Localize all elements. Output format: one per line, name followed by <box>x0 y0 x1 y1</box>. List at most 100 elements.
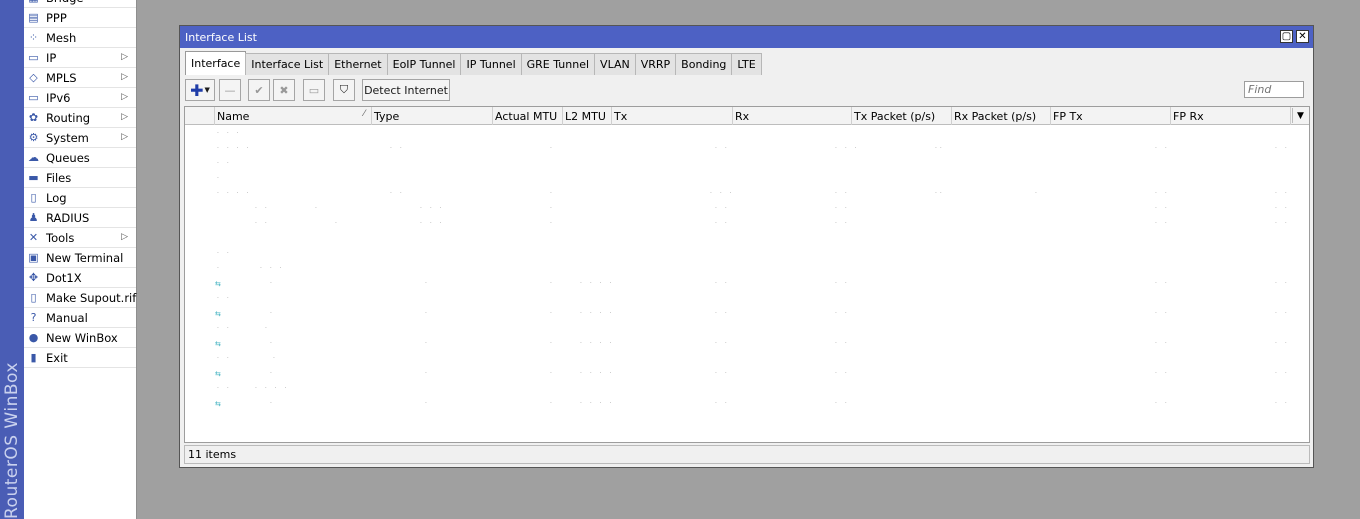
column-chooser-button[interactable]: ▼ <box>1292 108 1308 123</box>
sidebar-item-ipv6[interactable]: ▭ IPv6 ▷ <box>24 88 136 108</box>
tab-interface[interactable]: Interface <box>185 51 247 75</box>
table-row[interactable]: · · · <box>185 353 1309 368</box>
table-cell: · <box>550 205 555 212</box>
sidebar-item-new-winbox[interactable]: ● New WinBox <box>24 328 136 348</box>
table-row[interactable]: · · <box>185 248 1309 263</box>
table-cell: · · <box>217 250 232 257</box>
window-titlebar[interactable]: Interface List ▢ ✕ <box>180 26 1313 48</box>
sidebar-item-system[interactable]: ⚙ System ▷ <box>24 128 136 148</box>
sidebar-item-bridge[interactable]: ▦ Bridge <box>24 0 136 8</box>
table-row[interactable]: · · · · · · · · · · · · · · · <box>185 203 1309 218</box>
table-row[interactable]: · · <box>185 293 1309 308</box>
brand-text: RouterOS WinBox <box>2 362 22 519</box>
table-cell: · <box>425 400 430 407</box>
tab-vlan[interactable]: VLAN <box>594 53 636 75</box>
sidebar-item-mesh[interactable]: ⁘ Mesh <box>24 28 136 48</box>
comment-button[interactable]: ▭ <box>303 79 325 101</box>
table-cell: · <box>550 145 555 152</box>
table-cell: · · <box>1155 190 1170 197</box>
column-header-rx[interactable]: Rx <box>733 107 852 125</box>
column-header-tx-packet-p-s[interactable]: Tx Packet (p/s) <box>852 107 952 125</box>
sidebar-item-queues[interactable]: ☁ Queues <box>24 148 136 168</box>
column-header-label: Rx Packet (p/s) <box>954 109 1037 123</box>
column-header-l2-mtu[interactable]: L2 MTU <box>563 107 612 125</box>
sidebar-item-radius[interactable]: ♟ RADIUS <box>24 208 136 228</box>
column-header-actual-mtu[interactable]: Actual MTU <box>493 107 563 125</box>
column-header-label: L2 MTU <box>565 109 606 123</box>
table-row[interactable]: ⇆ · · · · · · · · · · · · · · · <box>185 368 1309 383</box>
table-cell: · <box>217 175 222 182</box>
table-row[interactable] <box>185 413 1309 428</box>
table-row[interactable]: · · · <box>185 128 1309 143</box>
sidebar-item-dot1x[interactable]: ✥ Dot1X <box>24 268 136 288</box>
add-button[interactable]: ✚ ▼ <box>185 79 215 101</box>
exit-icon: ▮ <box>30 351 37 364</box>
interface-list-window: Interface List ▢ ✕ Interface Interface Li… <box>179 25 1314 468</box>
routing-icon: ✿ <box>28 111 39 124</box>
column-header-flags[interactable] <box>185 107 215 125</box>
sidebar-item-routing[interactable]: ✿ Routing ▷ <box>24 108 136 128</box>
table-cell: · · <box>1275 280 1290 287</box>
table-row[interactable]: · <box>185 173 1309 188</box>
table-cell: · · · · <box>580 370 615 377</box>
table-row[interactable]: ⇆ · · · · · · · · · · · · · · · <box>185 398 1309 413</box>
sidebar-item-label: Files <box>46 170 72 185</box>
table-row[interactable]: ⇆ · · · · · · · · · · · · · · · <box>185 338 1309 353</box>
sidebar-item-make-supout-rif[interactable]: ▯ Make Supout.rif <box>24 288 136 308</box>
column-header-type[interactable]: Type <box>372 107 493 125</box>
table-row[interactable]: ⇆ · · · · · · · · · · · · · · · <box>185 278 1309 293</box>
column-header-fp-rx[interactable]: FP Rx <box>1171 107 1291 125</box>
column-header-fp-tx[interactable]: FP Tx <box>1051 107 1171 125</box>
column-header-rx-packet-p-s[interactable]: Rx Packet (p/s) <box>952 107 1051 125</box>
table-cell: · · <box>1275 370 1290 377</box>
link-icon: ⇆ <box>215 400 221 408</box>
table-cell: · · <box>715 400 730 407</box>
remove-button[interactable]: — <box>219 79 241 101</box>
table-row[interactable]: · · <box>185 158 1309 173</box>
tab-eoip-tunnel[interactable]: EoIP Tunnel <box>386 53 462 75</box>
column-header-name[interactable]: Name ⁄ <box>215 107 372 125</box>
find-input[interactable] <box>1244 81 1304 98</box>
ipv6-icon: ▭ <box>28 91 39 104</box>
close-button[interactable]: ✕ <box>1296 30 1309 43</box>
table-cell: · · · · <box>217 145 252 152</box>
table-row[interactable]: · · · · · · · · · · · · ·· · · · · <box>185 143 1309 158</box>
tab-ethernet[interactable]: Ethernet <box>328 53 388 75</box>
plus-icon: ✚ <box>190 80 204 100</box>
table-row[interactable]: · · · · · · · · · · · · ·· · · · · · <box>185 188 1309 203</box>
sidebar-item-mpls[interactable]: ◇ MPLS ▷ <box>24 68 136 88</box>
table-row[interactable]: · · · · · · · · · · · · · · · <box>185 218 1309 233</box>
sidebar-item-files[interactable]: ▬ Files <box>24 168 136 188</box>
detect-internet-button[interactable]: Detect Internet <box>362 79 450 101</box>
tab-lte[interactable]: LTE <box>731 53 762 75</box>
table-cell: · · <box>1275 190 1290 197</box>
tab-interface-list[interactable]: Interface List <box>245 53 330 75</box>
link-icon: ⇆ <box>215 370 221 378</box>
tab-ip-tunnel[interactable]: IP Tunnel <box>460 53 522 75</box>
filter-button[interactable]: ⛉ <box>333 79 355 101</box>
enable-button[interactable]: ✔ <box>248 79 270 101</box>
sidebar-item-ppp[interactable]: ▤ PPP <box>24 8 136 28</box>
sidebar-item-tools[interactable]: ✕ Tools ▷ <box>24 228 136 248</box>
table-row[interactable]: · · · · <box>185 263 1309 278</box>
tab-vrrp[interactable]: VRRP <box>634 53 677 75</box>
disable-button[interactable]: ✖ <box>273 79 295 101</box>
ppp-icon: ▤ <box>28 11 39 24</box>
sidebar-item-ip[interactable]: ▭ IP ▷ <box>24 48 136 68</box>
table-row[interactable] <box>185 233 1309 248</box>
maximize-button[interactable]: ▢ <box>1280 30 1293 43</box>
table-row[interactable]: ⇆ · · · · · · · · · · · · · · · <box>185 308 1309 323</box>
table-cell: · <box>270 370 275 377</box>
table-row[interactable]: · · · <box>185 323 1309 338</box>
sidebar-item-manual[interactable]: ? Manual <box>24 308 136 328</box>
table-row[interactable]: · · · · · · <box>185 383 1309 398</box>
sidebar-item-new-terminal[interactable]: ▣ New Terminal <box>24 248 136 268</box>
tab-gre-tunnel[interactable]: GRE Tunnel <box>520 53 596 75</box>
table-cell: · <box>550 400 555 407</box>
sidebar-item-log[interactable]: ▯ Log <box>24 188 136 208</box>
sidebar-item-exit[interactable]: ▮ Exit <box>24 348 136 368</box>
column-header-tx[interactable]: Tx <box>612 107 733 125</box>
chevron-down-icon: ▼ <box>204 86 210 94</box>
x-icon: ✖ <box>279 83 289 97</box>
tab-bonding[interactable]: Bonding <box>675 53 733 75</box>
